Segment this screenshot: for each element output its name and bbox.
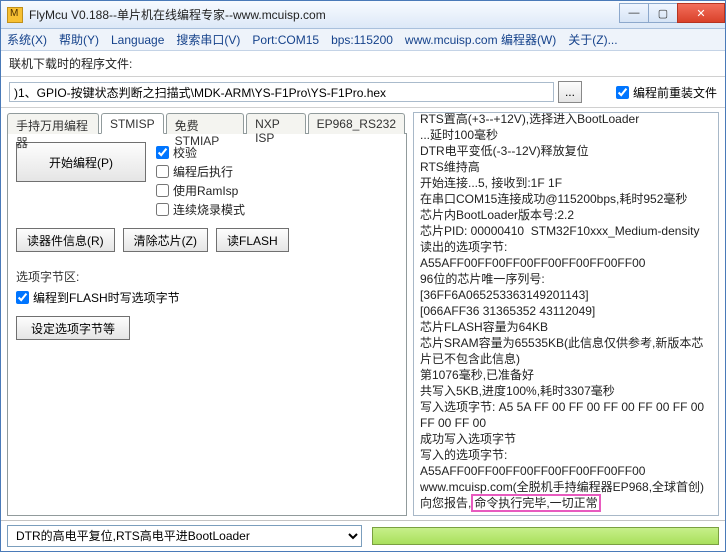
tab-stmiap[interactable]: 免费STMIAP xyxy=(166,113,244,134)
menu-help[interactable]: 帮助(Y) xyxy=(59,31,99,48)
runafter-checkbox[interactable] xyxy=(156,165,169,178)
erase-chip-button[interactable]: 清除芯片(Z) xyxy=(123,228,208,252)
runafter-label: 编程后执行 xyxy=(173,163,233,180)
app-icon xyxy=(7,7,23,23)
cont-label: 连续烧录模式 xyxy=(173,201,245,218)
log-line: 成功写入选项字节 xyxy=(420,431,712,447)
log-output[interactable]: RTS置高(+3--+12V),选择进入BootLoader...延时100毫秒… xyxy=(413,112,719,516)
menu-site[interactable]: www.mcuisp.com 编程器(W) xyxy=(405,31,556,48)
log-line: 芯片SRAM容量为65535KB(此信息仅供参考,新版本芯片已不包含此信息) xyxy=(420,335,712,367)
write-optionbytes-label: 编程到FLASH时写选项字节 xyxy=(33,289,180,306)
menu-language[interactable]: Language xyxy=(111,33,164,47)
verify-checkbox[interactable] xyxy=(156,146,169,159)
minimize-button[interactable]: — xyxy=(619,3,649,23)
titlebar: FlyMcu V0.188--单片机在线编程专家--www.mcuisp.com… xyxy=(1,1,725,29)
start-program-button[interactable]: 开始编程(P) xyxy=(16,142,146,182)
log-line: 芯片PID: 00000410 STM32F10xxx_Medium-densi… xyxy=(420,223,712,239)
menu-search-port[interactable]: 搜索串口(V) xyxy=(176,31,240,48)
log-line: DTR电平变低(-3--12V)释放复位 xyxy=(420,143,712,159)
file-toolbar: 联机下载时的程序文件: xyxy=(1,51,725,77)
log-line: 96位的芯片唯一序列号: xyxy=(420,271,712,287)
menu-port[interactable]: Port:COM15 xyxy=(252,33,319,47)
log-line: [36FF6A065253363149201143] xyxy=(420,287,712,303)
tab-ep968[interactable]: EP968_RS232 xyxy=(308,113,405,134)
log-line: 共写入5KB,进度100%,耗时3307毫秒 xyxy=(420,383,712,399)
read-flash-button[interactable]: 读FLASH xyxy=(216,228,289,252)
status-bar: DTR的高电平复位,RTS高电平进BootLoader xyxy=(1,520,725,551)
log-line: RTS维持高 xyxy=(420,159,712,175)
log-line: 芯片FLASH容量为64KB xyxy=(420,319,712,335)
maximize-button[interactable]: ▢ xyxy=(648,3,678,23)
set-optionbytes-button[interactable]: 设定选项字节等 xyxy=(16,316,130,340)
success-highlight: 命令执行完毕,一切正常 xyxy=(471,494,600,512)
file-label: 联机下载时的程序文件: xyxy=(9,55,132,72)
log-line: RTS置高(+3--+12V),选择进入BootLoader xyxy=(420,112,712,127)
window-title: FlyMcu V0.188--单片机在线编程专家--www.mcuisp.com xyxy=(29,6,620,23)
reset-mode-select[interactable]: DTR的高电平复位,RTS高电平进BootLoader xyxy=(7,525,362,547)
close-button[interactable]: ✕ xyxy=(677,3,725,23)
log-line: 芯片内BootLoader版本号:2.2 xyxy=(420,207,712,223)
cont-checkbox[interactable] xyxy=(156,203,169,216)
log-line: A55AFF00FF00FF00FF00FF00FF00FF00 xyxy=(420,255,712,271)
log-line: 第1076毫秒,已准备好 xyxy=(420,367,712,383)
write-optionbytes-checkbox[interactable] xyxy=(16,291,29,304)
log-line: 在串口COM15连接成功@115200bps,耗时952毫秒 xyxy=(420,191,712,207)
log-line: 写入的选项字节: xyxy=(420,447,712,463)
read-deviceinfo-button[interactable]: 读器件信息(R) xyxy=(16,228,115,252)
log-line: ...延时100毫秒 xyxy=(420,127,712,143)
reinstall-checkbox[interactable] xyxy=(616,86,629,99)
reinstall-label: 编程前重装文件 xyxy=(633,84,717,101)
log-line: www.mcuisp.com(全脱机手持编程器EP968,全球首创)向您报告,命… xyxy=(420,479,712,511)
log-line: 开始连接...5, 接收到:1F 1F xyxy=(420,175,712,191)
tab-nxpisp[interactable]: NXP ISP xyxy=(246,113,306,134)
menu-bps[interactable]: bps:115200 xyxy=(331,33,393,47)
ramisp-label: 使用RamIsp xyxy=(173,182,238,199)
file-path-input[interactable] xyxy=(9,82,554,102)
tab-handheld[interactable]: 手持万用编程器 xyxy=(7,113,99,134)
log-line: [066AFF36 31365352 43112049] xyxy=(420,303,712,319)
tab-body: 开始编程(P) 校验 编程后执行 使用RamIsp 连续烧录模式 读器件信息(R… xyxy=(7,134,407,516)
ramisp-checkbox[interactable] xyxy=(156,184,169,197)
progress-bar xyxy=(372,527,719,545)
tab-stmisp[interactable]: STMISP xyxy=(101,113,164,134)
menu-system[interactable]: 系统(X) xyxy=(7,31,47,48)
log-line: 写入选项字节: A5 5A FF 00 FF 00 FF 00 FF 00 FF… xyxy=(420,399,712,431)
tab-strip: 手持万用编程器 STMISP 免费STMIAP NXP ISP EP968_RS… xyxy=(7,112,407,134)
log-line: A55AFF00FF00FF00FF00FF00FF00FF00 xyxy=(420,463,712,479)
menubar: 系统(X) 帮助(Y) Language 搜索串口(V) Port:COM15 … xyxy=(1,29,725,51)
log-line: 读出的选项字节: xyxy=(420,239,712,255)
option-bytes-header: 选项字节区: xyxy=(16,268,398,285)
browse-button[interactable]: ... xyxy=(558,81,582,103)
menu-about[interactable]: 关于(Z)... xyxy=(568,31,617,48)
